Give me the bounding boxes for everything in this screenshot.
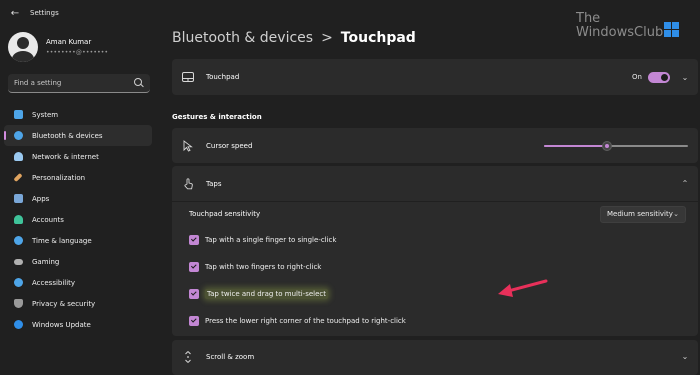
gamepad-icon [14, 258, 23, 265]
sidebar-item-label: Network & internet [32, 152, 99, 161]
checkbox[interactable] [189, 315, 199, 326]
sidebar-item-label: Time & language [32, 236, 92, 245]
sensitivity-dropdown[interactable]: Medium sensitivity ⌄ [600, 205, 686, 223]
back-arrow-icon[interactable]: ← [6, 4, 24, 22]
tap-option-row[interactable]: Tap twice and drag to multi-select [189, 280, 698, 307]
search-icon [134, 78, 144, 88]
sidebar-item-apps[interactable]: Apps [4, 188, 152, 209]
section-heading: Gestures & interaction [172, 113, 262, 121]
sidebar-item-label: Personalization [32, 173, 86, 182]
checkbox-label: Tap with a single finger to single-click [205, 235, 337, 244]
bluetooth-icon [14, 131, 23, 140]
sidebar-nav: System Bluetooth & devices Network & int… [4, 104, 152, 335]
sensitivity-label: Touchpad sensitivity [189, 210, 261, 218]
cursor-speed-slider[interactable] [544, 140, 688, 152]
wifi-icon [14, 152, 23, 161]
slider-fill [544, 144, 607, 147]
sidebar-item-label: Accessibility [32, 278, 76, 287]
chevron-down-icon[interactable]: ⌄ [678, 70, 692, 84]
annotation-arrow-icon [498, 279, 548, 297]
sidebar-item-accounts[interactable]: Accounts [4, 209, 152, 230]
checkmark-icon [190, 235, 197, 242]
chevron-up-icon[interactable]: ⌃ [678, 177, 692, 191]
watermark-line1: The [576, 11, 601, 26]
sidebar-item-system[interactable]: System [4, 104, 152, 125]
sidebar-item-accessibility[interactable]: Accessibility [4, 272, 152, 293]
taps-header[interactable]: Taps ⌃ [172, 166, 698, 202]
checkmark-icon [190, 262, 197, 269]
tap-option-row[interactable]: Press the lower right corner of the touc… [189, 307, 698, 334]
person-icon [14, 215, 23, 224]
tap-option-row[interactable]: Tap with two fingers to right-click [189, 253, 698, 280]
checkbox-label-highlighted: Tap twice and drag to multi-select [205, 288, 329, 299]
sidebar-item-bluetooth-devices[interactable]: Bluetooth & devices [4, 125, 152, 146]
checkmark-icon [190, 316, 197, 323]
app-title: Settings [30, 9, 59, 17]
scroll-zoom-label: Scroll & zoom [206, 352, 255, 361]
breadcrumb-separator: > [321, 30, 333, 46]
user-name: Aman Kumar [46, 38, 92, 46]
user-email: ••••••••@••••••• [46, 49, 109, 56]
scroll-zoom-card[interactable]: Scroll & zoom ⌄ [172, 340, 698, 375]
search-placeholder: Find a setting [14, 79, 62, 87]
toggle-state-label: On [632, 73, 642, 81]
sidebar-item-gaming[interactable]: Gaming [4, 251, 152, 272]
checkbox-label: Tap with two fingers to right-click [205, 262, 322, 271]
cursor-speed-card: Cursor speed [172, 128, 698, 163]
checkbox[interactable] [189, 261, 199, 272]
slider-thumb[interactable] [602, 140, 612, 151]
cursor-icon [182, 139, 194, 152]
taps-card: Taps ⌃ Touchpad sensitivity Medium sensi… [172, 166, 698, 336]
sidebar-item-personalization[interactable]: Personalization [4, 167, 152, 188]
breadcrumb: Bluetooth & devices > Touchpad [172, 30, 416, 46]
watermark-text: The WindowsClub [576, 12, 663, 40]
apps-icon [14, 194, 23, 203]
scroll-icon [182, 350, 194, 363]
search-input[interactable]: Find a setting [8, 74, 150, 93]
sidebar-item-label: Apps [32, 194, 50, 203]
checkbox[interactable] [189, 288, 199, 299]
watermark-line2: WindowsClub [576, 25, 664, 40]
dropdown-value: Medium sensitivity [607, 210, 673, 218]
checkbox-label: Press the lower right corner of the touc… [205, 316, 406, 325]
sidebar-item-privacy-security[interactable]: Privacy & security [4, 293, 152, 314]
page-title: Touchpad [340, 30, 416, 46]
cursor-speed-label: Cursor speed [206, 141, 253, 150]
chevron-down-icon: ⌄ [673, 210, 679, 218]
accessibility-icon [14, 278, 23, 287]
sidebar-item-label: Privacy & security [32, 299, 96, 308]
update-icon [14, 320, 23, 329]
shield-icon [14, 299, 23, 308]
touchpad-card: Touchpad On ⌄ [172, 59, 698, 95]
sidebar-item-label: Bluetooth & devices [32, 131, 103, 140]
sidebar-item-label: Windows Update [32, 320, 91, 329]
avatar [8, 32, 38, 62]
main-content: Bluetooth & devices > Touchpad The Windo… [158, 0, 700, 375]
sidebar-item-label: Gaming [32, 257, 60, 266]
user-profile[interactable]: Aman Kumar ••••••••@••••••• [8, 32, 108, 62]
sidebar-item-label: Accounts [32, 215, 64, 224]
touchpad-label: Touchpad [206, 73, 240, 81]
brush-icon [13, 172, 23, 183]
taps-label: Taps [206, 179, 222, 188]
monitor-icon [14, 110, 23, 119]
sidebar-item-time-language[interactable]: Time & language [4, 230, 152, 251]
tap-option-row[interactable]: Tap with a single finger to single-click [189, 226, 698, 253]
watermark: The WindowsClub [576, 12, 686, 46]
touchpad-toggle[interactable] [648, 71, 670, 83]
breadcrumb-parent[interactable]: Bluetooth & devices [172, 30, 313, 46]
chevron-down-icon[interactable]: ⌄ [678, 350, 692, 364]
checkbox[interactable] [189, 234, 199, 245]
sidebar-item-label: System [32, 110, 59, 119]
touchpad-icon [182, 71, 194, 83]
sidebar-item-network[interactable]: Network & internet [4, 146, 152, 167]
watermark-logo-icon [664, 22, 679, 37]
checkmark-icon [190, 289, 197, 296]
globe-clock-icon [14, 236, 23, 245]
tap-hand-icon [182, 177, 194, 190]
sidebar-item-windows-update[interactable]: Windows Update [4, 314, 152, 335]
sidebar: Aman Kumar ••••••••@••••••• Find a setti… [0, 26, 158, 375]
